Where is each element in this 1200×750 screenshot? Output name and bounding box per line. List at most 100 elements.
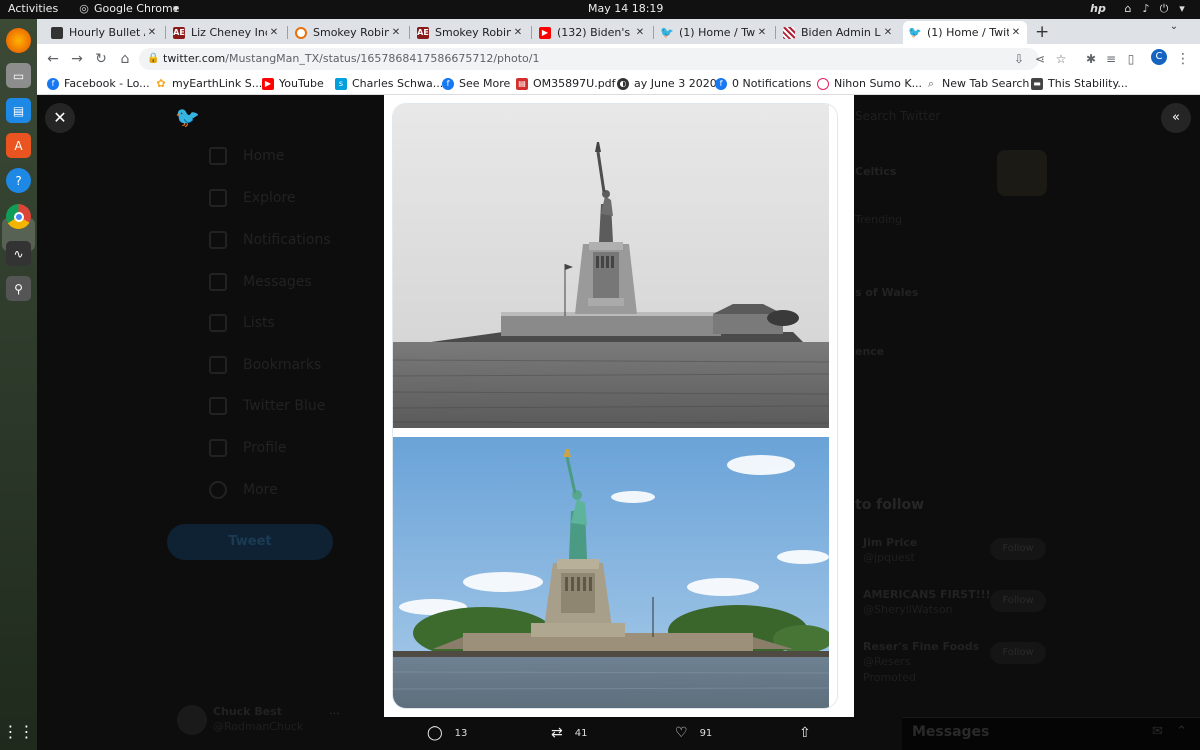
app-menu-label[interactable]: Google Chrome (94, 2, 179, 15)
reply-bubble-icon: ◯ (427, 725, 443, 741)
reply-button[interactable]: ◯ 13 (427, 725, 467, 741)
tab-label: (1) Home / Twitt (927, 26, 1009, 39)
who-to-follow-title: to follow (855, 497, 925, 513)
lock-icon[interactable]: 🔒 (147, 48, 159, 70)
firefox-icon[interactable] (6, 28, 31, 53)
volume-icon[interactable]: ♪ (1140, 3, 1152, 15)
chevron-down-icon[interactable]: ▾ (170, 3, 182, 15)
close-icon[interactable]: ✕ (267, 27, 281, 38)
close-icon[interactable]: ✕ (755, 27, 769, 38)
close-icon[interactable]: ✕ (145, 27, 159, 38)
address-bar[interactable]: 🔒 twitter.com/MustangMan_TX/status/16578… (139, 48, 1039, 70)
tab-label: Smokey Robinso (435, 26, 511, 39)
writer-icon[interactable]: ▤ (6, 98, 31, 123)
back-arrow-icon[interactable]: ← (45, 51, 61, 67)
person-icon (209, 439, 227, 457)
tab-label: Liz Cheney Inch (191, 26, 267, 39)
activities-button[interactable]: Activities (8, 2, 58, 15)
envelope-icon (209, 273, 227, 291)
close-icon[interactable]: ✕ (511, 27, 525, 38)
toolbar: ← → ↻ ⌂ 🔒 twitter.com/MustangMan_TX/stat… (37, 44, 1200, 74)
account-handle: @RodmanChuck (213, 720, 304, 733)
side-panel-icon[interactable]: ▯ (1123, 51, 1139, 67)
more-menu-icon[interactable]: ⋮ (1175, 51, 1191, 67)
chevron-down-icon[interactable]: ▾ (1176, 3, 1188, 15)
usb-drive-icon[interactable]: ⚲ (6, 276, 31, 301)
tab-7-active[interactable]: 🐦 (1) Home / Twitt ✕ (903, 21, 1027, 44)
tab-search-chevron-icon[interactable]: ⌄ (1167, 21, 1181, 35)
bookmark-item[interactable]: ▤ OM35897U.pdf (516, 77, 616, 90)
bell-icon (209, 231, 227, 249)
share-icon[interactable]: ⋖ (1032, 51, 1048, 67)
retweet-button[interactable]: ⇄ 41 (551, 725, 587, 741)
trend-item: Trending (855, 213, 903, 226)
follow-button: Follow (990, 538, 1046, 560)
tab-favicon-icon: AE (173, 26, 185, 39)
profile-avatar[interactable]: C (1151, 49, 1167, 65)
close-icon[interactable]: ✕ (633, 27, 647, 38)
reload-icon[interactable]: ↻ (93, 51, 109, 67)
tab-1[interactable]: AE Liz Cheney Inch ✕ (167, 21, 285, 44)
close-icon[interactable]: ✕ (389, 27, 403, 38)
reading-list-icon[interactable]: ≡ (1103, 51, 1119, 67)
tab-2[interactable]: Smokey Robinso ✕ (289, 21, 407, 44)
close-icon[interactable]: ✕ (881, 27, 895, 38)
hp-icon[interactable]: hp (1090, 3, 1106, 15)
close-icon[interactable]: ✕ (1009, 27, 1023, 38)
suggestion-name: Reser's Fine Foods (863, 640, 980, 653)
close-modal-button[interactable]: ✕ (45, 103, 75, 133)
like-button[interactable]: ♡ 91 (675, 725, 712, 741)
tab-6[interactable]: Biden Admin La ✕ (777, 21, 899, 44)
bookmark-item[interactable]: ⌕ New Tab Search (925, 76, 1030, 91)
bookmark-item[interactable]: ◐ ay June 3 2020 (617, 77, 717, 90)
photo-color[interactable] (393, 437, 829, 709)
tab-3[interactable]: AE Smokey Robinso ✕ (411, 21, 529, 44)
chrome-icon[interactable] (6, 204, 31, 229)
system-monitor-icon[interactable]: ∿ (6, 241, 31, 266)
nav-more: More (209, 481, 278, 499)
help-icon[interactable]: ? (6, 168, 31, 193)
files-icon[interactable]: ▭ (6, 63, 31, 88)
share-button[interactable]: ⇧ (799, 725, 823, 741)
trend-item: ence (855, 345, 885, 358)
tab-5[interactable]: 🐦 (1) Home / Twitt ✕ (655, 21, 773, 44)
new-tab-button[interactable]: + (1035, 22, 1049, 42)
bookmark-item[interactable]: f See More (442, 77, 510, 90)
avatar (177, 705, 207, 735)
network-icon[interactable]: ⌂ (1122, 3, 1134, 15)
bookmark-item[interactable]: Nihon Sumo K... (817, 77, 922, 90)
like-count: 91 (699, 727, 713, 739)
install-icon[interactable]: ⇩ (1011, 51, 1027, 67)
power-icon[interactable]: ⏻ (1158, 3, 1170, 15)
nav-profile: Profile (209, 439, 287, 457)
earthlink-icon: ✿ (156, 77, 166, 90)
bookmark-item[interactable]: f Facebook - Lo... (47, 77, 150, 90)
tab-label: Smokey Robinso (313, 26, 389, 39)
forward-arrow-icon[interactable]: → (69, 51, 85, 67)
show-apps-icon[interactable]: ⋮⋮ (3, 719, 35, 744)
tab-label: (1) Home / Twitt (679, 26, 755, 39)
toggle-sidebar-button[interactable]: « (1161, 103, 1191, 133)
photo-black-white[interactable] (393, 104, 829, 428)
facebook-icon: f (715, 77, 727, 90)
tab-label: (132) Biden's W (557, 26, 633, 39)
search-icon: ⌕ (927, 76, 935, 90)
list-icon (209, 314, 227, 332)
clock[interactable]: May 14 18:19 (588, 2, 663, 15)
bookmark-item[interactable]: ✿ myEarthLink S... (155, 77, 262, 90)
bookmark-item[interactable]: ▶ YouTube (262, 77, 324, 90)
bookmark-item[interactable]: f0 Notifications (715, 77, 811, 90)
extensions-icon[interactable]: ✱ (1083, 51, 1099, 67)
photo-viewer (384, 95, 854, 717)
chevron-up-icon: ⌃ (1176, 724, 1187, 739)
bookmark-star-icon[interactable]: ☆ (1053, 51, 1069, 67)
home-icon[interactable]: ⌂ (117, 51, 133, 67)
bookmark-item[interactable]: ▬ This Stability... (1031, 77, 1128, 90)
tab-4[interactable]: ▶ (132) Biden's W ✕ (533, 21, 651, 44)
photo-card[interactable] (392, 103, 838, 709)
tab-0[interactable]: Hourly Bullet Ac ✕ (45, 21, 163, 44)
bookmark-item[interactable]: s Charles Schwa... (335, 77, 443, 90)
url-host: twitter.com (163, 52, 226, 65)
software-icon[interactable]: A (6, 133, 31, 158)
youtube-icon: ▶ (262, 77, 274, 90)
